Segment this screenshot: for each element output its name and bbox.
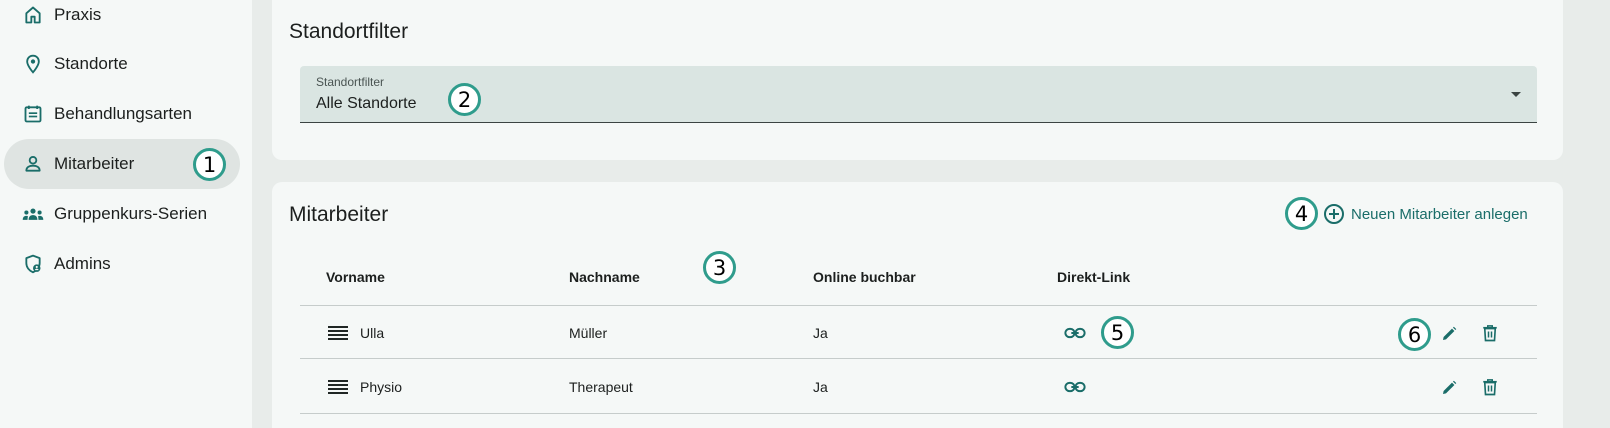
calendar-list-icon [22, 103, 44, 125]
annotation-badge: 3 [703, 251, 736, 284]
annotation-badge: 5 [1101, 316, 1134, 349]
drag-handle-icon[interactable] [328, 380, 348, 394]
sidebar-item-gruppenkurs-serien[interactable]: Gruppenkurs-Serien [4, 189, 240, 239]
table-cell-vorname: Physio [360, 379, 403, 395]
link-icon[interactable] [1063, 375, 1087, 399]
sidebar-item-praxis[interactable]: Praxis [4, 0, 240, 40]
location-pin-icon [22, 53, 44, 75]
location-filter-select[interactable]: Standortfilter Alle Standorte [300, 66, 1537, 123]
sidebar-item-label: Mitarbeiter [54, 154, 135, 173]
sidebar-item-behandlungsarten[interactable]: Behandlungsarten [4, 89, 240, 139]
annotation-badge: 6 [1398, 318, 1431, 351]
table-cell-vorname: Ulla [360, 325, 385, 341]
trash-icon[interactable] [1478, 321, 1502, 345]
sidebar-item-standorte[interactable]: Standorte [4, 39, 240, 89]
add-employee-label: Neuen Mitarbeiter anlegen [1351, 205, 1528, 223]
add-employee-button[interactable]: Neuen Mitarbeiter anlegen [1324, 201, 1528, 227]
trash-icon[interactable] [1478, 375, 1502, 399]
annotation-badge: 4 [1285, 197, 1318, 230]
sidebar-item-label: Praxis [54, 5, 102, 24]
divider [300, 413, 1537, 414]
edit-icon[interactable] [1437, 376, 1461, 400]
table-cell-nachname: Therapeut [569, 379, 633, 395]
sidebar-item-admins[interactable]: Admins [4, 239, 240, 289]
person-icon [22, 153, 44, 175]
filter-card-title: Standortfilter [289, 20, 409, 43]
column-header-online-buchbar[interactable]: Online buchbar [813, 269, 916, 285]
add-circle-icon [1324, 204, 1344, 224]
sidebar-item-label: Standorte [54, 54, 128, 73]
edit-icon[interactable] [1437, 322, 1461, 346]
select-value: Alle Standorte [316, 95, 417, 112]
admin-shield-icon [22, 253, 44, 275]
staff-card-title: Mitarbeiter [289, 203, 389, 226]
sidebar-item-label: Gruppenkurs-Serien [54, 204, 208, 223]
sidebar: Praxis Standorte Behandlungsarten Mitarb… [0, 0, 252, 428]
chevron-down-icon [1511, 92, 1521, 97]
column-header-vorname[interactable]: Vorname [326, 269, 385, 285]
select-label: Standortfilter [316, 75, 385, 89]
divider [300, 305, 1537, 306]
table-cell-online: Ja [813, 325, 828, 341]
sidebar-item-label: Admins [54, 254, 111, 273]
sidebar-item-label: Behandlungsarten [54, 104, 193, 123]
home-icon [22, 4, 44, 26]
group-icon [22, 203, 44, 225]
table-cell-nachname: Müller [569, 325, 608, 341]
column-header-nachname[interactable]: Nachname [569, 269, 640, 285]
drag-handle-icon[interactable] [328, 326, 348, 340]
link-icon[interactable] [1063, 321, 1087, 345]
table-cell-online: Ja [813, 379, 828, 395]
annotation-badge: 1 [193, 148, 226, 181]
column-header-direkt-link: Direkt-Link [1057, 269, 1131, 285]
divider [300, 358, 1537, 359]
annotation-badge: 2 [448, 83, 481, 116]
